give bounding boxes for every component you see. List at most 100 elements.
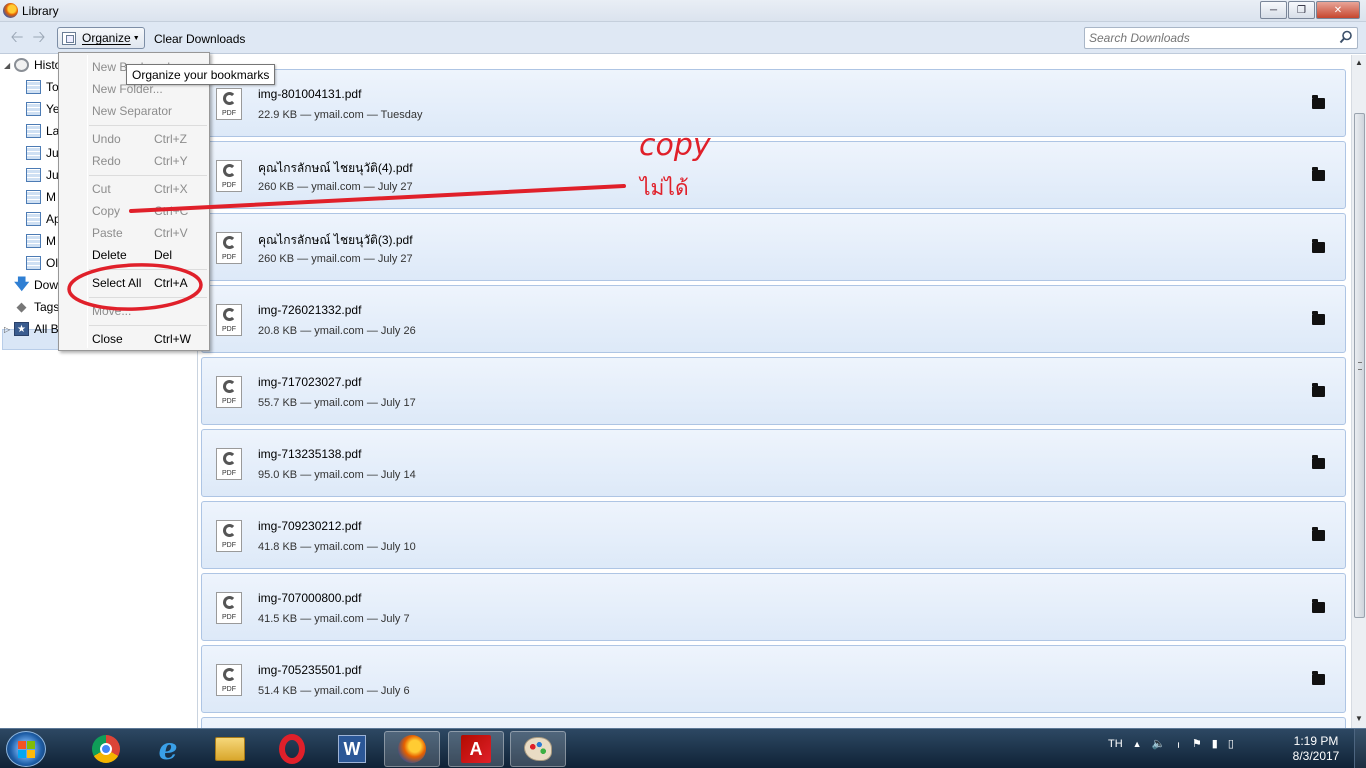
open-folder-icon[interactable] — [1312, 95, 1325, 109]
calendar-icon — [26, 212, 41, 226]
volume-icon[interactable]: 🔈 — [1152, 737, 1166, 750]
download-filename: img-713235138.pdf — [258, 447, 362, 461]
menu-item-select-all[interactable]: Select All Ctrl+A — [92, 273, 207, 293]
clock-icon — [14, 58, 29, 72]
calendar-icon — [26, 146, 41, 160]
pdf-icon: PDF — [216, 448, 242, 480]
menu-item-paste[interactable]: Paste Ctrl+V — [92, 223, 207, 243]
open-folder-icon[interactable] — [1312, 167, 1325, 181]
open-folder-icon[interactable] — [1312, 383, 1325, 397]
sidebar-item-label: M — [46, 190, 56, 204]
calendar-icon — [26, 80, 41, 94]
scrollbar-thumb[interactable] — [1354, 113, 1365, 618]
taskbar-acrobat[interactable]: A — [448, 731, 504, 767]
start-button[interactable] — [6, 731, 46, 767]
open-folder-icon[interactable] — [1312, 599, 1325, 613]
clock[interactable]: 1:19 PM 8/3/2017 — [1285, 734, 1347, 764]
download-item[interactable]: PDF img-726021332.pdf 20.8 KB — ymail.co… — [201, 285, 1346, 353]
taskbar-opera[interactable] — [264, 731, 320, 767]
taskbar-file-explorer[interactable] — [202, 731, 258, 767]
sidebar-item-older[interactable]: Ol — [26, 253, 58, 273]
search-input[interactable] — [1085, 28, 1330, 48]
download-item[interactable]: PDF คุณไกรลักษณ์ ไชยนุวัติ(3).pdf 260 KB… — [201, 213, 1346, 281]
network-signal-icon[interactable]: ▮ — [1212, 737, 1218, 750]
menu-item-delete[interactable]: Delete Del — [92, 245, 207, 265]
show-desktop-button[interactable] — [1354, 729, 1366, 768]
sidebar-item-all-bookmarks[interactable]: ★ All B — [14, 319, 59, 339]
taskbar-chrome[interactable] — [78, 731, 134, 767]
open-folder-icon[interactable] — [1312, 671, 1325, 685]
pdf-icon: PDF — [216, 304, 242, 336]
search-icon[interactable] — [1339, 30, 1353, 44]
firefox-icon — [398, 735, 426, 763]
download-item[interactable]: PDF img-713235138.pdf 95.0 KB — ymail.co… — [201, 429, 1346, 497]
download-meta: 51.4 KB — ymail.com — July 6 — [258, 685, 410, 697]
menu-item-new-separator[interactable]: New Separator — [92, 101, 207, 121]
sidebar-item-month-2[interactable]: Ju — [26, 165, 59, 185]
open-folder-icon[interactable] — [1312, 311, 1325, 325]
downloads-list: PDF img-801004131.pdf 22.9 KB — ymail.co… — [199, 55, 1351, 728]
menu-item-copy[interactable]: Copy Ctrl+C — [92, 201, 207, 221]
download-item[interactable]: PDF img-801004131.pdf 22.9 KB — ymail.co… — [201, 69, 1346, 137]
menu-item-undo[interactable]: Undo Ctrl+Z — [92, 129, 207, 149]
sidebar-item-downloads[interactable]: 🡇 Dow — [14, 275, 58, 295]
menu-item-redo[interactable]: Redo Ctrl+Y — [92, 151, 207, 171]
open-folder-icon[interactable] — [1312, 239, 1325, 253]
download-filename: img-705235501.pdf — [258, 663, 362, 677]
twisty-open-icon[interactable]: ◢ — [4, 61, 10, 70]
menu-item-move[interactable]: Move... — [92, 301, 207, 321]
download-meta: 22.9 KB — ymail.com — Tuesday — [258, 109, 423, 121]
battery-icon[interactable]: ▯ — [1228, 737, 1234, 750]
sidebar-item-tags[interactable]: ◆ Tags — [14, 297, 60, 317]
download-filename: img-709230212.pdf — [258, 519, 362, 533]
sidebar-item-yesterday[interactable]: Ye — [26, 99, 60, 119]
download-item-partial[interactable] — [201, 717, 1346, 728]
pdf-icon: PDF — [216, 232, 242, 264]
pdf-icon: PDF — [216, 520, 242, 552]
scroll-up-icon[interactable]: ▲ — [1355, 58, 1363, 67]
close-button[interactable]: ✕ — [1316, 1, 1360, 19]
sidebar-item-month-3[interactable]: M — [26, 187, 56, 207]
taskbar-paint[interactable] — [510, 731, 566, 767]
download-item[interactable]: PDF img-709230212.pdf 41.8 KB — ymail.co… — [201, 501, 1346, 569]
back-arrow-icon[interactable]: 🡠 — [8, 29, 26, 47]
download-meta: 260 KB — ymail.com — July 27 — [258, 253, 413, 265]
forward-arrow-icon[interactable]: 🡢 — [30, 29, 48, 47]
download-item[interactable]: PDF img-707000800.pdf 41.5 KB — ymail.co… — [201, 573, 1346, 641]
menu-item-cut[interactable]: Cut Ctrl+X — [92, 179, 207, 199]
vertical-scrollbar[interactable]: ▲ ▼ — [1351, 55, 1366, 728]
open-folder-icon[interactable] — [1312, 455, 1325, 469]
dropdown-arrow-icon: ▼ — [132, 34, 140, 42]
sidebar-item-history[interactable]: Histo — [14, 55, 61, 75]
scroll-down-icon[interactable]: ▼ — [1355, 714, 1363, 723]
language-indicator[interactable]: TH — [1108, 738, 1123, 750]
sidebar-item-last[interactable]: La — [26, 121, 59, 141]
taskbar-firefox[interactable] — [384, 731, 440, 767]
sidebar-item-label: Ju — [46, 146, 59, 160]
download-item[interactable]: PDF img-705235501.pdf 51.4 KB — ymail.co… — [201, 645, 1346, 713]
twisty-closed-icon[interactable]: ▷ — [4, 325, 10, 334]
clear-downloads-button[interactable]: Clear Downloads — [154, 32, 245, 46]
opera-icon — [279, 734, 305, 764]
download-item[interactable]: PDF img-717023027.pdf 55.7 KB — ymail.co… — [201, 357, 1346, 425]
show-hidden-icons-icon[interactable]: ▲ — [1133, 739, 1142, 749]
sidebar-item-month-5[interactable]: M — [26, 231, 56, 251]
calendar-icon — [26, 256, 41, 270]
calendar-icon — [26, 234, 41, 248]
search-box[interactable] — [1084, 27, 1358, 49]
download-meta: 55.7 KB — ymail.com — July 17 — [258, 397, 416, 409]
minimize-button[interactable]: ─ — [1260, 1, 1287, 19]
maximize-button[interactable]: ❐ — [1288, 1, 1315, 19]
open-folder-icon[interactable] — [1312, 527, 1325, 541]
sidebar-item-month-4[interactable]: Ap — [26, 209, 61, 229]
taskbar-word[interactable]: W — [324, 731, 380, 767]
sidebar-item-month-1[interactable]: Ju — [26, 143, 59, 163]
download-item[interactable]: PDF คุณไกรลักษณ์ ไชยนุวัติ(4).pdf 260 KB… — [201, 141, 1346, 209]
calendar-icon — [26, 168, 41, 182]
organize-button[interactable]: Organize ▼ — [57, 27, 145, 49]
bluetooth-icon[interactable]: ᛧ — [1175, 738, 1182, 750]
sidebar-item-today[interactable]: To — [26, 77, 59, 97]
action-center-icon[interactable]: ⚑ — [1192, 737, 1202, 750]
taskbar-internet-explorer[interactable]: e — [140, 731, 196, 767]
menu-item-close[interactable]: Close Ctrl+W — [92, 329, 207, 349]
